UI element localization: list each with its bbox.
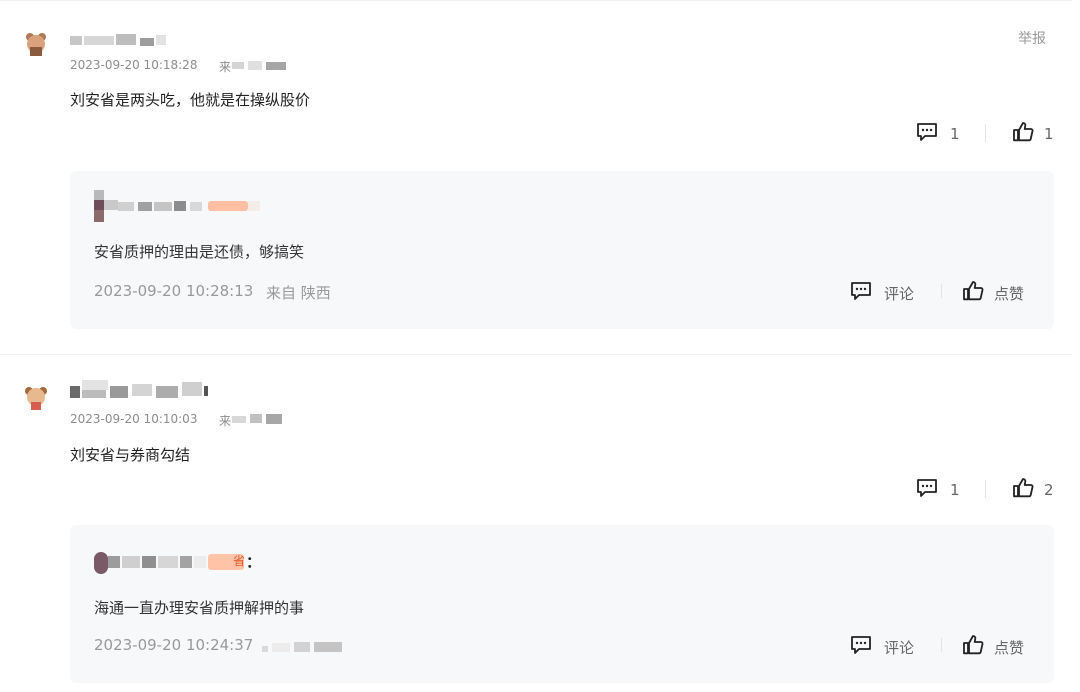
comment-location-prefix: 来 [219, 60, 232, 74]
reply-author-blurred[interactable] [94, 190, 264, 224]
comment-divider [0, 354, 1072, 355]
action-separator [985, 124, 986, 142]
action-separator [941, 638, 942, 652]
avatar[interactable] [22, 30, 50, 58]
reply-comment-button[interactable]: 评论 [850, 281, 914, 305]
comment-bubble-icon [916, 122, 938, 146]
comment-timestamp: 2023-09-20 10:10:03 [70, 412, 198, 426]
reply-text: 海通一直办理安省质押解押的事 [94, 599, 305, 617]
reply-like-button[interactable]: 点赞 [962, 634, 1024, 660]
like-button[interactable]: 1 [1012, 121, 1054, 147]
comment-text: 刘安省与券商勾结 [70, 446, 191, 464]
thumbs-up-icon [962, 634, 984, 660]
comment-bubble-icon [916, 478, 938, 502]
action-separator [985, 480, 986, 498]
reply-timestamp: 2023-09-20 10:28:13 [94, 282, 254, 300]
reply-author-badge: 省 [233, 554, 246, 568]
comment-timestamp: 2023-09-20 10:18:28 [70, 58, 198, 72]
author-name-blurred[interactable] [70, 380, 212, 400]
reply-location: 来自 陕西 [266, 284, 331, 302]
avatar[interactable] [22, 384, 50, 412]
reply-count-button[interactable]: 1 [916, 478, 960, 502]
reply-author-suffix: ： [246, 553, 262, 571]
avatar-image [22, 384, 50, 412]
reply-like-button[interactable]: 点赞 [962, 280, 1024, 306]
avatar-image [22, 30, 50, 58]
reply-count: 1 [950, 125, 960, 143]
reply-timestamp: 2023-09-20 10:24:37 [94, 636, 254, 654]
like-count: 1 [1044, 125, 1054, 143]
reply-count: 1 [950, 481, 960, 499]
comment-text: 刘安省是两头吃，他就是在操纵股价 [70, 91, 311, 109]
thumbs-up-icon [1012, 477, 1034, 503]
reply-comment-button[interactable]: 评论 [850, 635, 914, 659]
comment-bubble-icon [850, 281, 872, 305]
reply-comment-label: 评论 [884, 638, 915, 657]
comment-bubble-icon [850, 635, 872, 659]
reply-comment-label: 评论 [884, 284, 915, 303]
report-link[interactable]: 举报 [1018, 28, 1046, 48]
reply-text: 安省质押的理由是还债，够搞笑 [94, 243, 305, 261]
location-blurred [232, 412, 284, 426]
reply-like-label: 点赞 [994, 638, 1025, 657]
thumbs-up-icon [1012, 121, 1034, 147]
like-button[interactable]: 2 [1012, 477, 1054, 503]
action-separator [941, 284, 942, 298]
reply-location-blurred [262, 640, 344, 654]
thumbs-up-icon [962, 280, 984, 306]
like-count: 2 [1044, 481, 1054, 499]
reply-like-label: 点赞 [994, 284, 1025, 303]
reply-count-button[interactable]: 1 [916, 122, 960, 146]
author-name-blurred[interactable] [70, 34, 170, 46]
comment-location-prefix: 来 [219, 414, 232, 428]
top-divider [0, 0, 1072, 1]
location-blurred [232, 61, 286, 70]
